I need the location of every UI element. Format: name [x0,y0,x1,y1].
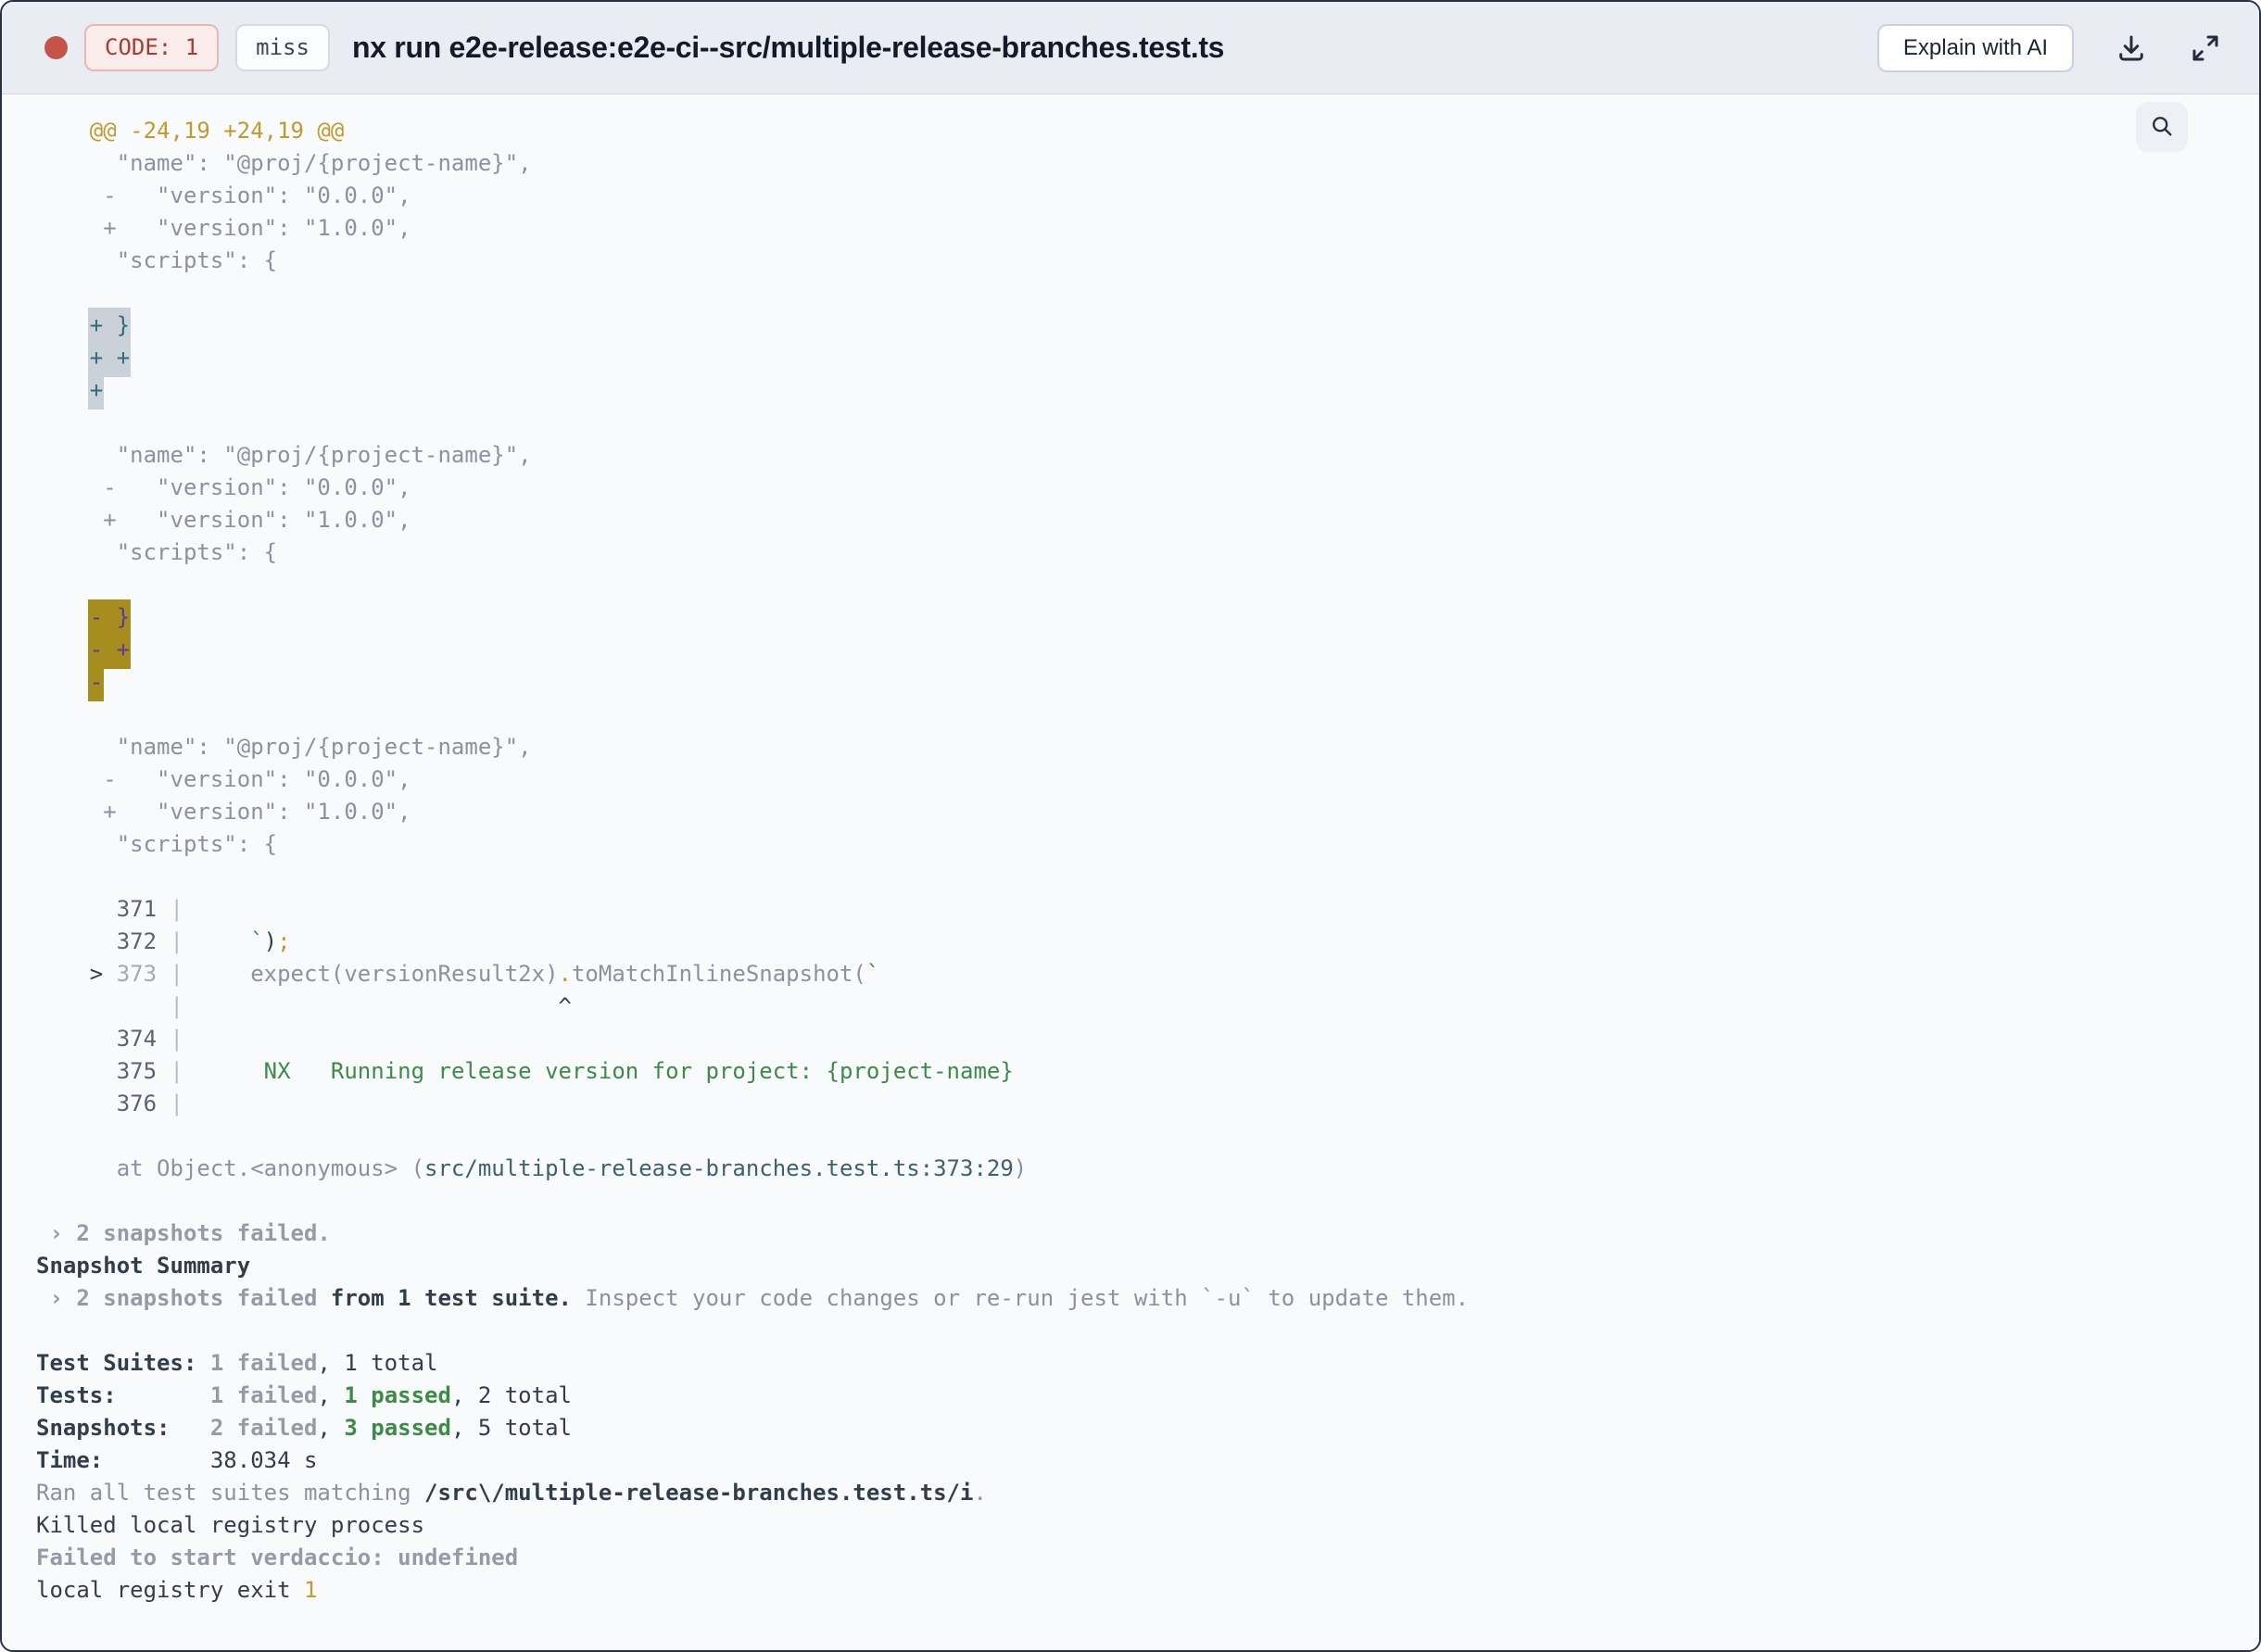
terminal-line: "name": "@proj/{project-name}", [36,442,532,468]
expand-button[interactable] [2189,32,2222,65]
terminal-line: - [36,664,2259,701]
terminal-line: Ran all test suites matching /src\/multi… [36,1480,987,1506]
terminal-line: 376 | [36,1091,183,1116]
terminal-line: @@ -24,19 +24,19 @@ [36,118,345,144]
terminal-line: + "version": "1.0.0", [36,215,411,241]
terminal-line: + "version": "1.0.0", [36,507,411,533]
terminal-line: + [36,372,2259,410]
terminal-line: at Object.<anonymous> (src/multiple-rele… [36,1155,1028,1181]
terminal-line: "name": "@proj/{project-name}", [36,734,532,760]
terminal-line: 375 | NX Running release version for pro… [36,1058,1014,1084]
terminal-line: - } [36,599,2259,637]
terminal-line: "scripts": { [36,831,278,857]
terminal-line: 372 | `); [36,928,291,954]
page-title: nx run e2e-release:e2e-ci--src/multiple-… [351,31,1225,64]
expand-icon [2189,32,2222,65]
terminal-line: "scripts": { [36,539,278,565]
header-actions: Explain with AI [1876,23,2222,72]
terminal-line: - + [36,632,2259,669]
terminal-line: - "version": "0.0.0", [36,474,411,500]
cache-miss-badge: miss [235,24,330,71]
terminal-line: + + [36,340,2259,377]
terminal-line: 374 | [36,1026,183,1052]
terminal-output: @@ -24,19 +24,19 @@ "name": "@proj/{proj… [2,95,2259,1634]
terminal-line: Test Suites: 1 failed, 1 total [36,1350,438,1376]
explain-with-ai-button[interactable]: Explain with AI [1876,23,2074,72]
terminal-line: Snapshot Summary [36,1253,251,1279]
terminal-line: local registry exit 1 [36,1577,318,1603]
terminal-line: Killed local registry process [36,1512,425,1538]
download-button[interactable] [2115,32,2148,65]
terminal-line: Time: 38.034 s [36,1447,318,1473]
download-icon [2115,32,2148,65]
terminal-line: › 2 snapshots failed from 1 test suite. … [36,1285,1470,1311]
search-button[interactable] [2136,102,2188,152]
terminal-line: | ^ [36,993,572,1019]
terminal-line: > 373 | expect(versionResult2x).toMatchI… [36,961,880,987]
terminal-line: "scripts": { [36,247,278,273]
terminal-line: 371 | [36,896,183,922]
search-icon [2149,113,2175,142]
task-output-window: CODE: 1 miss nx run e2e-release:e2e-ci--… [0,0,2261,1652]
exit-code-badge: CODE: 1 [84,24,220,71]
terminal-line: "name": "@proj/{project-name}", [36,150,532,176]
terminal-panel[interactable]: @@ -24,19 +24,19 @@ "name": "@proj/{proj… [2,95,2259,1650]
terminal-line: Failed to start verdaccio: undefined [36,1545,519,1570]
terminal-line: - "version": "0.0.0", [36,766,411,792]
terminal-line: Snapshots: 2 failed, 3 passed, 5 total [36,1415,572,1441]
terminal-line: + "version": "1.0.0", [36,799,411,825]
terminal-line: Tests: 1 failed, 1 passed, 2 total [36,1382,572,1408]
terminal-line: + } [36,308,2259,345]
terminal-line: - "version": "0.0.0", [36,183,411,208]
terminal-line: › 2 snapshots failed. [36,1220,331,1246]
status-dot [44,36,68,59]
task-header: CODE: 1 miss nx run e2e-release:e2e-ci--… [2,2,2259,95]
